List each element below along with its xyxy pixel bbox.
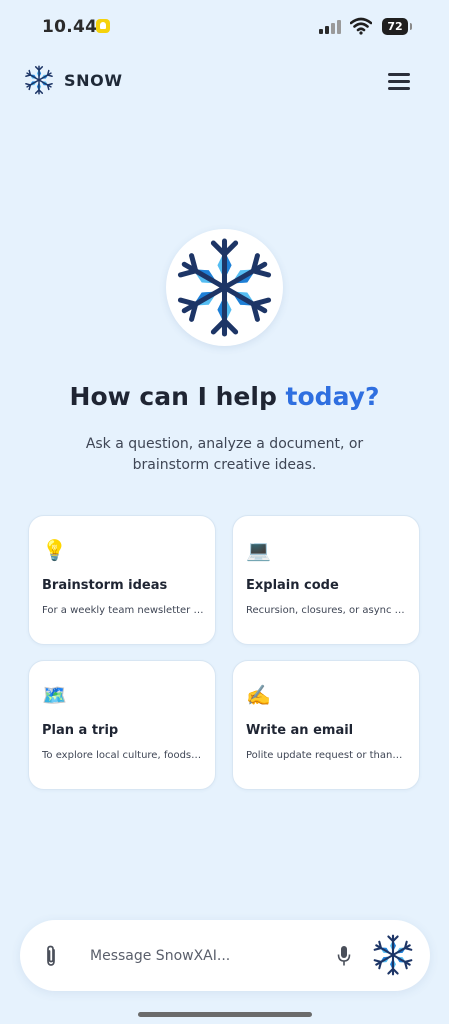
paperclip-icon[interactable]	[42, 944, 60, 968]
snapchat-notification-icon	[96, 19, 110, 33]
message-composer	[20, 920, 430, 991]
menu-button[interactable]	[385, 70, 413, 92]
suggestion-title: Write an email	[246, 723, 354, 738]
lightbulb-icon: 💡	[42, 538, 67, 562]
snowflake-icon	[177, 238, 272, 337]
battery-icon: 72	[382, 18, 412, 35]
suggestion-card-explain-code[interactable]: 💻 Explain code Recursion, closures, or a…	[232, 515, 420, 645]
app-screen: 10.44 72 SNOW How can I help today? Ask …	[0, 0, 449, 1024]
send-button[interactable]	[372, 934, 414, 976]
hero-snowflake-logo	[166, 229, 283, 346]
hero-title-accent: today?	[285, 382, 380, 411]
brand-name: SNOW	[64, 71, 123, 90]
suggestion-title: Brainstorm ideas	[42, 578, 168, 593]
suggestion-description: Polite update request or thank ...	[246, 750, 408, 761]
suggestion-card-plan-trip[interactable]: 🗺️ Plan a trip To explore local culture,…	[28, 660, 216, 790]
suggestion-card-write-email[interactable]: ✍️ Write an email Polite update request …	[232, 660, 420, 790]
cellular-signal-icon	[319, 20, 341, 34]
hero-title-main: How can I help	[69, 382, 286, 411]
laptop-icon: 💻	[246, 538, 271, 562]
message-input[interactable]	[90, 942, 320, 970]
snowflake-send-icon	[373, 934, 413, 976]
suggestion-description: To explore local culture, foods, ...	[42, 750, 204, 761]
hamburger-menu-icon	[388, 73, 410, 76]
microphone-icon[interactable]	[336, 944, 352, 968]
suggestion-card-brainstorm[interactable]: 💡 Brainstorm ideas For a weekly team new…	[28, 515, 216, 645]
app-header: SNOW	[0, 62, 449, 102]
map-icon: 🗺️	[42, 683, 67, 707]
status-time: 10.44	[42, 17, 98, 37]
suggestion-title: Plan a trip	[42, 723, 119, 738]
writing-hand-icon: ✍️	[246, 683, 271, 707]
suggestion-title: Explain code	[246, 578, 339, 593]
status-bar: 10.44 72	[0, 0, 449, 56]
hero-subtitle: Ask a question, analyze a document, or b…	[85, 436, 364, 473]
wifi-icon	[350, 17, 372, 35]
hero-title: How can I help today?	[0, 382, 449, 411]
suggestion-description: For a weekly team newsletter o...	[42, 605, 204, 616]
home-indicator	[138, 1012, 312, 1017]
suggestion-description: Recursion, closures, or async pr...	[246, 605, 408, 616]
snowflake-logo-icon	[25, 65, 53, 95]
